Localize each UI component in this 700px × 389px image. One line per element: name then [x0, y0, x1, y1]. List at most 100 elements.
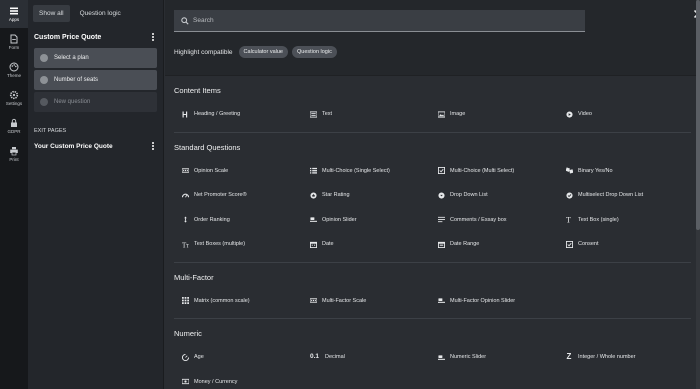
- element-option[interactable]: Comments / Essay box: [430, 208, 558, 233]
- rail-theme[interactable]: Theme: [0, 56, 28, 84]
- element-option[interactable]: Binary Yes/No: [558, 159, 686, 184]
- picker-header: Highlight compatible Calculator value Qu…: [165, 0, 700, 76]
- element-option[interactable]: Video: [558, 102, 686, 127]
- element-grid: H Heading / Greeting Text Image Video: [174, 102, 691, 127]
- section-title: Multi-Factor: [174, 272, 214, 282]
- video-icon: [565, 110, 573, 118]
- tab-show-all[interactable]: Show all: [33, 4, 70, 22]
- rail-print[interactable]: Print: [0, 140, 28, 168]
- rail-apps[interactable]: Apps: [0, 0, 28, 28]
- page-label: Number of seats: [54, 77, 99, 83]
- element-option[interactable]: Net Promoter Score®: [174, 183, 302, 208]
- page-dot-icon: [40, 98, 48, 106]
- element-option[interactable]: H Heading / Greeting: [174, 102, 302, 127]
- element-option[interactable]: Multi-Factor Scale: [302, 289, 430, 314]
- element-option[interactable]: Opinion Scale: [174, 159, 302, 184]
- element-option[interactable]: Consent: [558, 232, 686, 257]
- theme-icon: [9, 62, 19, 72]
- page-dot-icon: [40, 76, 48, 84]
- element-option[interactable]: Multi-Factor Opinion Slider: [430, 289, 558, 314]
- star-icon: [309, 191, 317, 199]
- element-option-label: Star Rating: [322, 192, 350, 199]
- element-option[interactable]: Matrix (common scale): [174, 289, 302, 314]
- element-option[interactable]: Star Rating: [302, 183, 430, 208]
- element-option-label: Multi-Factor Scale: [322, 297, 367, 304]
- form-header: Custom Price Quote: [28, 31, 163, 43]
- element-option-label: Text: [322, 111, 333, 118]
- element-option[interactable]: Opinion Slider: [302, 208, 430, 233]
- binary-icon: [565, 167, 573, 175]
- element-option-label: Consent: [578, 241, 599, 248]
- element-option[interactable]: Image: [430, 102, 558, 127]
- rail-gdpr[interactable]: GDPR: [0, 112, 28, 140]
- element-picker: Highlight compatible Calculator value Qu…: [165, 0, 700, 389]
- gauge-icon: [181, 191, 189, 199]
- rail-label: Theme: [6, 73, 21, 78]
- element-option[interactable]: Money / Currency: [174, 370, 302, 389]
- consent-icon: [565, 240, 573, 248]
- rail-label: GDPR: [7, 129, 21, 134]
- textboxes-icon: TT: [181, 240, 189, 248]
- checkbox-icon: [437, 167, 445, 175]
- element-option[interactable]: Drop Down List: [430, 183, 558, 208]
- rail-form[interactable]: Form: [0, 28, 28, 56]
- text-icon: [309, 110, 317, 118]
- element-option[interactable]: Text: [302, 102, 430, 127]
- more-options-icon[interactable]: [149, 32, 157, 42]
- element-option-label: Opinion Scale: [194, 167, 229, 174]
- matrix-icon: [181, 297, 189, 305]
- svg-text:T: T: [185, 243, 188, 247]
- slider-icon: [437, 297, 445, 305]
- image-icon: [437, 110, 445, 118]
- section-numeric: Numeric Age 0.1 Decimal Numeric Slider Z Integ…: [165, 319, 700, 389]
- element-option-label: Binary Yes/No: [578, 167, 613, 174]
- element-option-label: Text Boxes (multiple): [194, 241, 246, 248]
- section-title: Content Items: [174, 86, 221, 95]
- new-question-item[interactable]: New question: [34, 92, 157, 112]
- page-item[interactable]: Number of seats: [34, 70, 157, 90]
- page-item[interactable]: Select a plan: [34, 48, 157, 68]
- element-option-label: Numeric Slider: [450, 354, 487, 361]
- scrollbar[interactable]: [696, 0, 700, 389]
- search-box[interactable]: [174, 10, 585, 32]
- element-option[interactable]: Multi-Choice (Single Select): [302, 159, 430, 184]
- chip-question-logic[interactable]: Question logic: [291, 46, 337, 58]
- element-option-label: Multi-Choice (Single Select): [322, 167, 390, 174]
- element-option-label: Order Ranking: [194, 216, 230, 223]
- element-option-label: Opinion Slider: [322, 216, 357, 223]
- search-icon: [181, 16, 189, 25]
- rail-label: Apps: [8, 17, 20, 22]
- element-option[interactable]: Numeric Slider: [430, 345, 558, 370]
- search-input[interactable]: [193, 17, 573, 24]
- element-option[interactable]: T Text Box (single): [558, 208, 686, 233]
- rail-settings[interactable]: Settings: [0, 84, 28, 112]
- element-option[interactable]: Age: [174, 345, 302, 370]
- scrollbar-thumb[interactable]: [696, 0, 700, 230]
- chip-calculator-value[interactable]: Calculator value: [238, 46, 288, 58]
- exit-page-header[interactable]: Your Custom Price Quote: [28, 140, 163, 152]
- element-option[interactable]: Multi-Choice (Multi Select): [430, 159, 558, 184]
- element-option[interactable]: Date Range: [430, 232, 558, 257]
- element-option[interactable]: Date: [302, 232, 430, 257]
- slider-icon: [437, 353, 445, 361]
- element-option[interactable]: Multiselect Drop Down List: [558, 183, 686, 208]
- element-option[interactable]: T T Text Boxes (multiple): [174, 232, 302, 257]
- opinion-scale-icon: [181, 167, 189, 175]
- element-option-label: Net Promoter Score®: [194, 192, 247, 199]
- element-grid: Matrix (common scale) Multi-Factor Scale M…: [174, 289, 691, 314]
- integer-icon: Z: [566, 352, 572, 362]
- tab-question-logic[interactable]: Question logic: [74, 5, 127, 22]
- element-option[interactable]: 0.1 Decimal: [302, 345, 430, 370]
- more-options-icon[interactable]: [149, 141, 157, 151]
- element-option[interactable]: Z Integer / Whole number: [558, 345, 686, 370]
- element-option-label: Age: [194, 354, 204, 361]
- section-standard-questions: Standard Questions Opinion Scale Multi-Cho…: [165, 133, 700, 263]
- textbox-icon: T: [565, 216, 573, 224]
- element-option[interactable]: Order Ranking: [174, 208, 302, 233]
- money-icon: [181, 378, 189, 386]
- element-grid: Age 0.1 Decimal Numeric Slider Z Integer / Wh…: [174, 345, 691, 389]
- element-option-label: Video: [578, 111, 592, 118]
- page-dot-icon: [40, 54, 48, 62]
- decimal-icon: 0.1: [309, 353, 320, 360]
- element-option-label: Drop Down List: [450, 192, 488, 199]
